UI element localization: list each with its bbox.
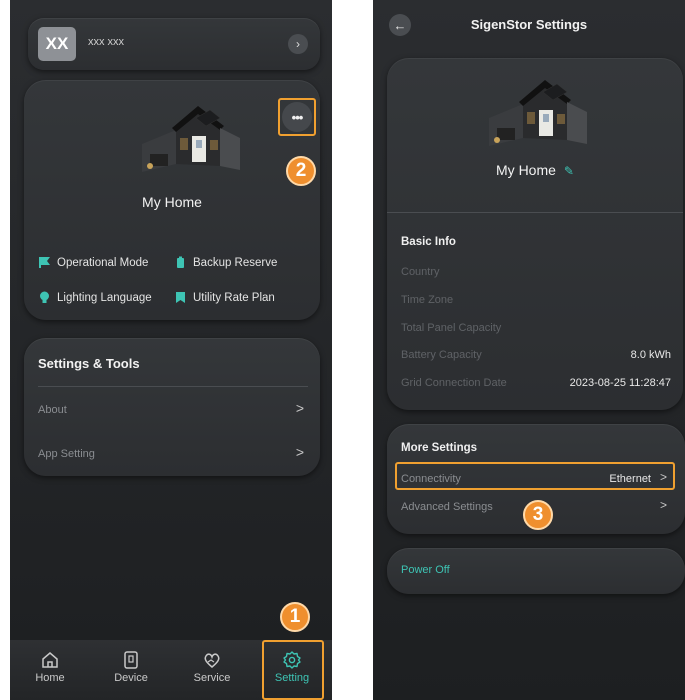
tab-label: Home <box>35 672 65 684</box>
feature-backup-reserve[interactable]: Backup Reserve <box>174 256 277 269</box>
bookmark-icon <box>176 292 185 303</box>
time-zone-label: Time Zone <box>401 294 454 306</box>
house-illustration <box>489 80 587 146</box>
advanced-settings-label[interactable]: Advanced Settings <box>401 501 493 513</box>
power-off-button[interactable]: Power Off <box>387 548 685 594</box>
more-settings-card: More Settings Connectivity Ethernet > Ad… <box>387 424 685 534</box>
highlight-setting-tab <box>262 640 324 700</box>
tab-home[interactable]: Home <box>20 646 80 698</box>
chevron-right-icon[interactable]: › <box>288 34 308 54</box>
bulb-icon <box>40 291 49 303</box>
home-title: My Home <box>142 194 202 210</box>
chevron-right-icon[interactable]: > <box>296 444 304 460</box>
feature-operational-mode[interactable]: Operational Mode <box>38 256 148 269</box>
app-setting-label[interactable]: App Setting <box>38 448 95 460</box>
tab-device[interactable]: Device <box>101 646 161 698</box>
battery-icon <box>177 256 184 268</box>
home-icon <box>42 652 58 668</box>
home-screen: XX xxx xxx › ••• 2 My Home Operational M… <box>10 0 332 700</box>
home-name: My Home ✎ <box>387 162 683 178</box>
tab-label: Service <box>193 672 231 684</box>
battery-capacity-value: 8.0 kWh <box>630 349 671 361</box>
country-label: Country <box>401 266 440 278</box>
service-icon <box>204 653 220 668</box>
pencil-edit-icon[interactable]: ✎ <box>564 164 574 178</box>
grid-connection-date-label: Grid Connection Date <box>401 377 507 389</box>
tab-service[interactable]: Service <box>182 646 242 698</box>
highlight-more-options <box>278 98 316 136</box>
callout-badge-1: 1 <box>280 602 310 632</box>
user-name: xxx xxx <box>88 36 125 48</box>
avatar: XX <box>38 27 76 61</box>
callout-badge-3: 3 <box>523 500 553 530</box>
more-settings-title: More Settings <box>401 442 478 454</box>
settings-tools-card: Settings & Tools About > App Setting > <box>24 338 320 476</box>
page-title: SigenStor Settings <box>470 17 588 32</box>
divider <box>387 212 683 213</box>
device-icon <box>124 651 138 669</box>
feature-label: Operational Mode <box>57 256 149 269</box>
chevron-right-icon[interactable]: > <box>660 498 667 512</box>
grid-connection-date-value: 2023-08-25 11:28:47 <box>569 377 671 389</box>
home-title: My Home <box>496 162 556 178</box>
basic-info-card: My Home ✎ Basic Info Country Time Zone To… <box>387 58 683 410</box>
feature-utility-rate-plan[interactable]: Utility Rate Plan <box>174 291 275 304</box>
house-illustration <box>142 106 240 172</box>
flag-icon <box>39 257 50 268</box>
basic-info-title: Basic Info <box>401 236 456 248</box>
feature-lighting-language[interactable]: Lighting Language <box>38 291 152 304</box>
bottom-tab-bar: Home Device Service Setting <box>10 640 332 700</box>
highlight-connectivity <box>395 462 675 490</box>
user-profile-bar[interactable]: XX xxx xxx › <box>28 18 320 70</box>
section-title: Settings & Tools <box>38 356 140 371</box>
tab-label: Device <box>114 672 148 684</box>
total-panel-capacity-label: Total Panel Capacity <box>401 322 502 334</box>
callout-badge-2: 2 <box>286 156 316 186</box>
divider <box>38 386 308 387</box>
feature-label: Backup Reserve <box>193 256 278 269</box>
about-label[interactable]: About <box>38 404 67 416</box>
home-card: ••• 2 My Home Operational Mode Backup Re… <box>24 80 320 320</box>
feature-label: Utility Rate Plan <box>193 291 275 304</box>
chevron-right-icon[interactable]: > <box>296 400 304 416</box>
power-off-label: Power Off <box>401 564 450 576</box>
feature-label: Lighting Language <box>57 291 152 304</box>
settings-screen: ← SigenStor Settings My Home ✎ Basic Info… <box>373 0 685 700</box>
battery-capacity-label: Battery Capacity <box>401 349 482 361</box>
